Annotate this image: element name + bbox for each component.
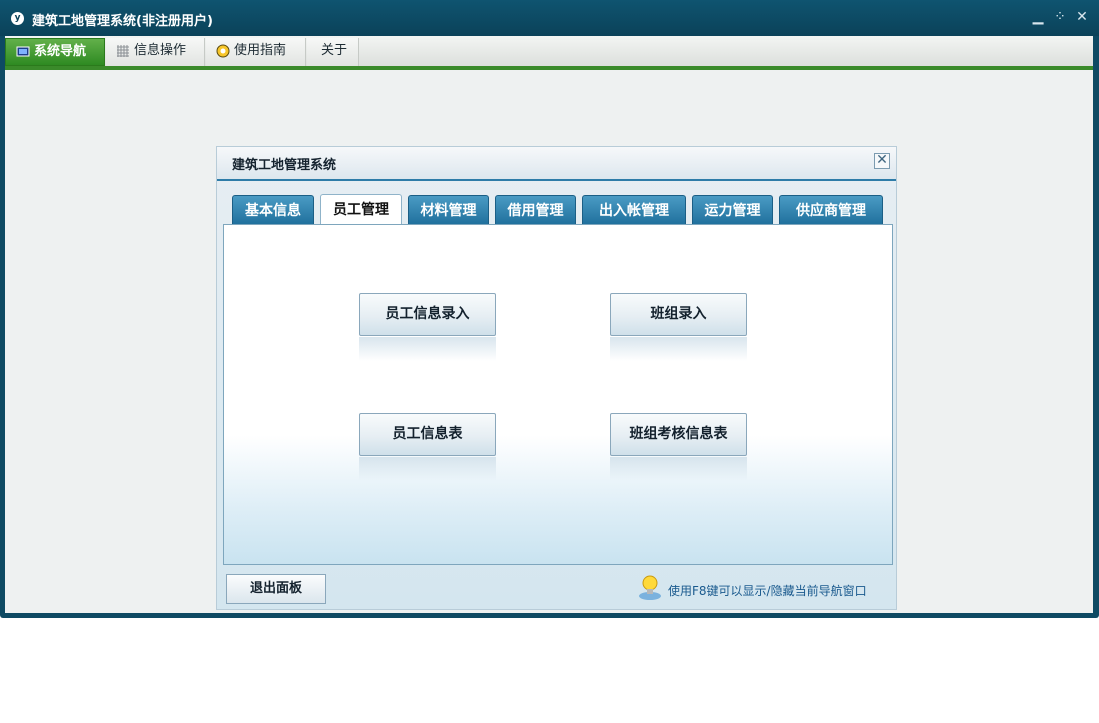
menu-item-about[interactable]: 关于 <box>307 38 359 66</box>
app-logo-icon: y <box>11 12 24 25</box>
exit-panel-button[interactable]: 退出面板 <box>226 574 326 604</box>
tab-employee-management[interactable]: 员工管理 <box>320 194 402 226</box>
tab-supplier-management[interactable]: 供应商管理 <box>779 195 883 225</box>
title-bar[interactable]: y 建筑工地管理系统(非注册用户) ▁ ⁘ ✕ <box>0 0 1099 36</box>
menu-item-system-navigation[interactable]: 系统导航 <box>5 38 105 66</box>
menu-item-label: 关于 <box>321 43 348 58</box>
panel-close-button[interactable]: ✕ <box>874 153 890 169</box>
tab-material-management[interactable]: 材料管理 <box>408 195 489 225</box>
tab-content: 员工信息录入 班组录入 员工信息表 班组考核信息表 <box>223 224 893 565</box>
employee-info-table-button[interactable]: 员工信息表 <box>359 413 496 456</box>
hint-text: 使用F8键可以显示/隐藏当前导航窗口 <box>668 584 867 598</box>
button-reflection <box>359 337 496 361</box>
button-reflection <box>359 457 496 481</box>
panel-title: 建筑工地管理系统 <box>232 158 337 173</box>
navigation-panel: 建筑工地管理系统 ✕ 基本信息 员工管理 材料管理 借用管理 出入帐管理 运力管… <box>216 146 897 610</box>
menu-item-info-operation[interactable]: 信息操作 <box>106 38 205 66</box>
window-title: 建筑工地管理系统(非注册用户) <box>32 14 213 29</box>
tab-ledger-management[interactable]: 出入帐管理 <box>582 195 686 225</box>
team-assessment-table-button[interactable]: 班组考核信息表 <box>610 413 747 456</box>
tab-borrow-management[interactable]: 借用管理 <box>495 195 576 225</box>
close-button[interactable]: ✕ <box>1074 9 1090 25</box>
panel-header: 建筑工地管理系统 ✕ <box>217 147 896 181</box>
lightbulb-icon <box>639 575 661 600</box>
menu-item-label: 使用指南 <box>234 43 287 58</box>
button-reflection <box>610 457 747 481</box>
minimize-button[interactable]: ▁ <box>1030 9 1046 25</box>
employee-info-entry-button[interactable]: 员工信息录入 <box>359 293 496 336</box>
menu-item-user-guide[interactable]: 使用指南 <box>206 38 306 66</box>
menu-bar: 系统导航 信息操作 使用指南 关于 <box>5 36 1093 70</box>
grid-icon <box>117 45 129 57</box>
tab-basic-info[interactable]: 基本信息 <box>232 195 314 225</box>
restore-button[interactable]: ⁘ <box>1052 9 1068 25</box>
team-entry-button[interactable]: 班组录入 <box>610 293 747 336</box>
menu-item-label: 系统导航 <box>34 44 87 59</box>
menu-item-label: 信息操作 <box>134 43 187 58</box>
tab-transport-management[interactable]: 运力管理 <box>692 195 773 225</box>
guide-icon <box>216 44 230 58</box>
button-reflection <box>610 337 747 361</box>
monitor-icon <box>16 46 30 57</box>
